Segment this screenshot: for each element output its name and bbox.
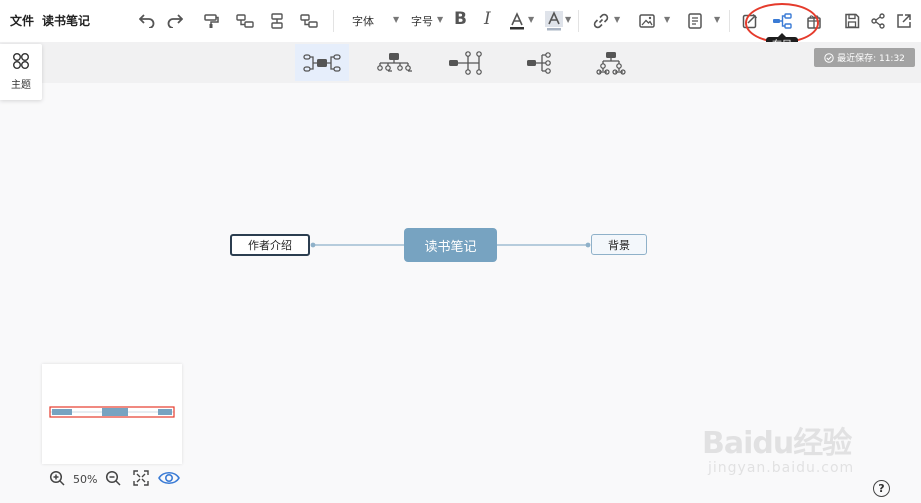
- fit-screen-icon[interactable]: [133, 470, 149, 486]
- topic-root[interactable]: 读书笔记: [404, 228, 497, 262]
- watermark: Baidu经验 jingyan.baidu.com: [702, 418, 892, 490]
- zoom-out-icon[interactable]: [105, 470, 121, 486]
- topic-background[interactable]: 背景: [591, 234, 647, 255]
- minimap[interactable]: [42, 364, 182, 464]
- zoom-level: 50%: [73, 473, 98, 486]
- watermark-brand: Baidu经验: [702, 426, 852, 461]
- watermark-url: jingyan.baidu.com: [708, 460, 855, 476]
- topic-author-intro[interactable]: 作者介绍: [230, 234, 310, 256]
- eye-icon[interactable]: [158, 469, 180, 487]
- zoom-in-icon[interactable]: [49, 470, 65, 486]
- zoom-controls: 50%: [46, 470, 186, 490]
- minimap-preview: [49, 406, 175, 418]
